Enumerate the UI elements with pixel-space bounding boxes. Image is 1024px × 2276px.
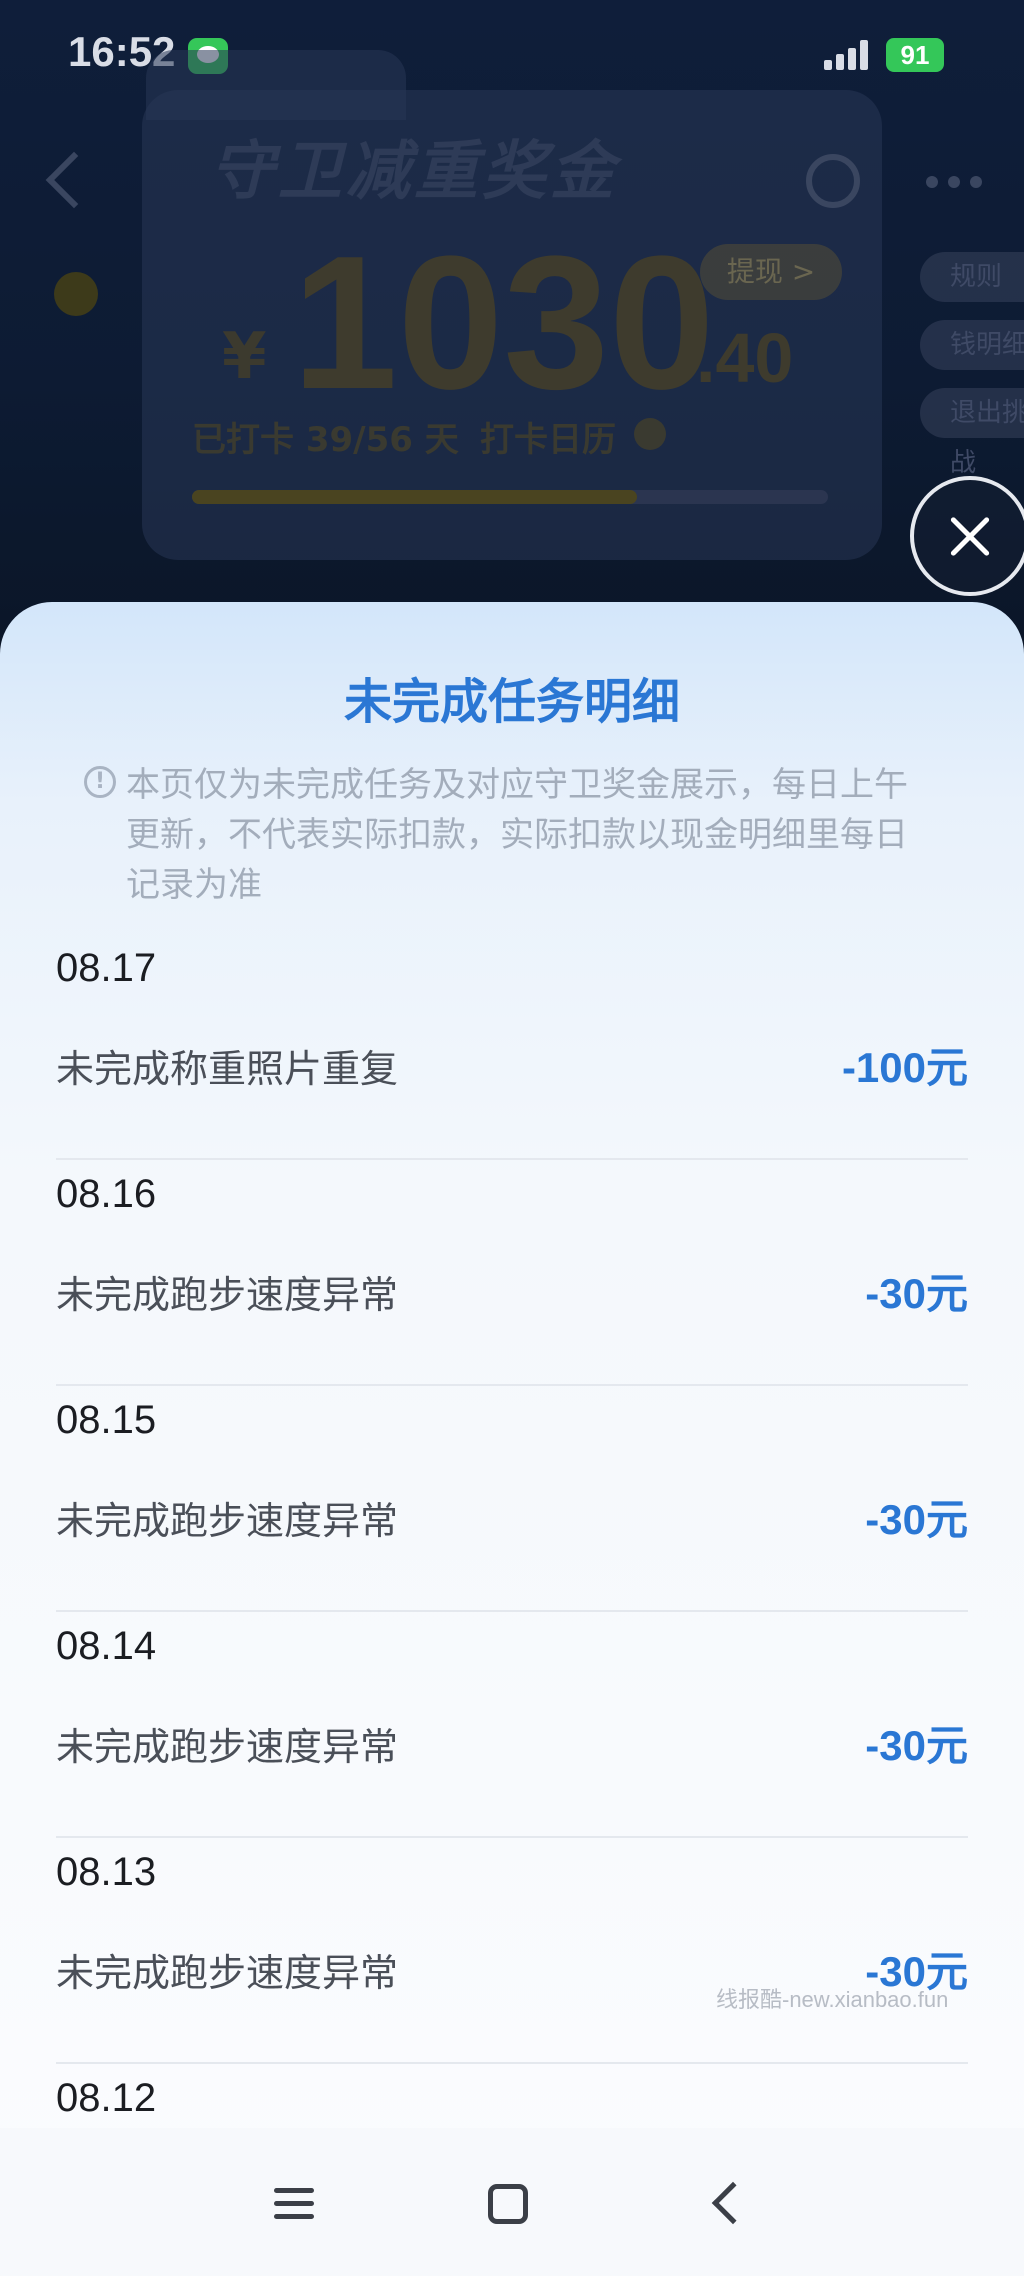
record-item: 08.17 未完成称重照片重复 -100元 <box>56 934 968 1160</box>
record-item: 08.13 未完成跑步速度异常 -30元 <box>56 1838 968 2064</box>
withdraw-button[interactable]: 提现 > <box>700 244 842 300</box>
record-date: 08.14 <box>56 1624 157 1668</box>
details-pill[interactable]: 钱明细 <box>920 320 1024 370</box>
quit-challenge-pill[interactable]: 退出挑战 <box>920 388 1024 478</box>
chevron-right-icon[interactable] <box>634 418 666 450</box>
prize-title: 守卫减重奖金 <box>210 135 618 209</box>
checkin-calendar-link[interactable]: 打卡日历 <box>480 412 616 461</box>
checkin-progress-bar <box>192 490 828 504</box>
background-app-page: 16:52 91 守卫减重奖金 ¥ 1030 .40 提现 > 已打卡 39/5… <box>0 0 1024 640</box>
signal-icon <box>824 40 876 70</box>
sheet-title: 未完成任务明细 <box>343 674 680 730</box>
home-icon[interactable] <box>488 2184 528 2224</box>
decoration-dot <box>54 272 98 316</box>
more-dots-icon[interactable] <box>926 176 982 188</box>
currency-symbol: ¥ <box>222 320 267 394</box>
record-date: 08.13 <box>56 1850 157 1894</box>
record-date: 08.16 <box>56 1172 157 1216</box>
record-item: 08.14 未完成跑步速度异常 -30元 <box>56 1612 968 1838</box>
record-date: 08.17 <box>56 946 157 990</box>
record-amount: -30元 <box>865 1722 968 1769</box>
back-icon[interactable] <box>711 2181 755 2225</box>
record-amount: -30元 <box>865 1496 968 1543</box>
rules-pill[interactable]: 规则 <box>920 252 1024 302</box>
checkin-progress-text: 已打卡 39/56 天 <box>192 420 459 460</box>
prize-amount: 1030 <box>292 217 715 429</box>
record-description: 未完成跑步速度异常 <box>56 1273 399 1317</box>
record-item: 08.16 未完成跑步速度异常 -30元 <box>56 1160 968 1386</box>
record-date: 08.12 <box>56 2076 157 2120</box>
record-description: 未完成跑步速度异常 <box>56 1725 399 1769</box>
checkin-progress-fill <box>192 490 638 504</box>
close-button[interactable] <box>910 476 1024 596</box>
share-icon[interactable] <box>806 154 860 208</box>
close-icon[interactable] <box>910 476 1024 596</box>
record-item: 08.15 未完成跑步速度异常 -30元 <box>56 1386 968 1612</box>
system-nav-bar <box>0 2128 1024 2276</box>
record-description: 未完成跑步速度异常 <box>56 1951 399 1995</box>
battery-icon: 91 <box>886 38 944 72</box>
notice-text: 本页仅为未完成任务及对应守卫奖金展示，每日上午更新，不代表实际扣款，实际扣款以现… <box>126 765 908 905</box>
record-date: 08.15 <box>56 1398 157 1442</box>
menu-icon[interactable] <box>274 2188 314 2220</box>
record-amount: -30元 <box>865 1270 968 1317</box>
record-amount: -100元 <box>841 1044 968 1091</box>
record-description: 未完成跑步速度异常 <box>56 1499 399 1543</box>
info-icon <box>84 766 116 798</box>
prize-amount-decimal: .40 <box>696 319 794 397</box>
record-description: 未完成称重照片重复 <box>56 1047 399 1091</box>
incomplete-tasks-sheet: 未完成任务明细 本页仅为未完成任务及对应守卫奖金展示，每日上午更新，不代表实际扣… <box>0 602 1024 2276</box>
watermark: 线报酷-new.xianbao.fun <box>716 1987 949 2012</box>
record-list: 08.17 未完成称重照片重复 -100元 08.16 未完成跑步速度异常 -3… <box>56 934 968 2276</box>
chevron-left-icon[interactable] <box>45 151 103 209</box>
